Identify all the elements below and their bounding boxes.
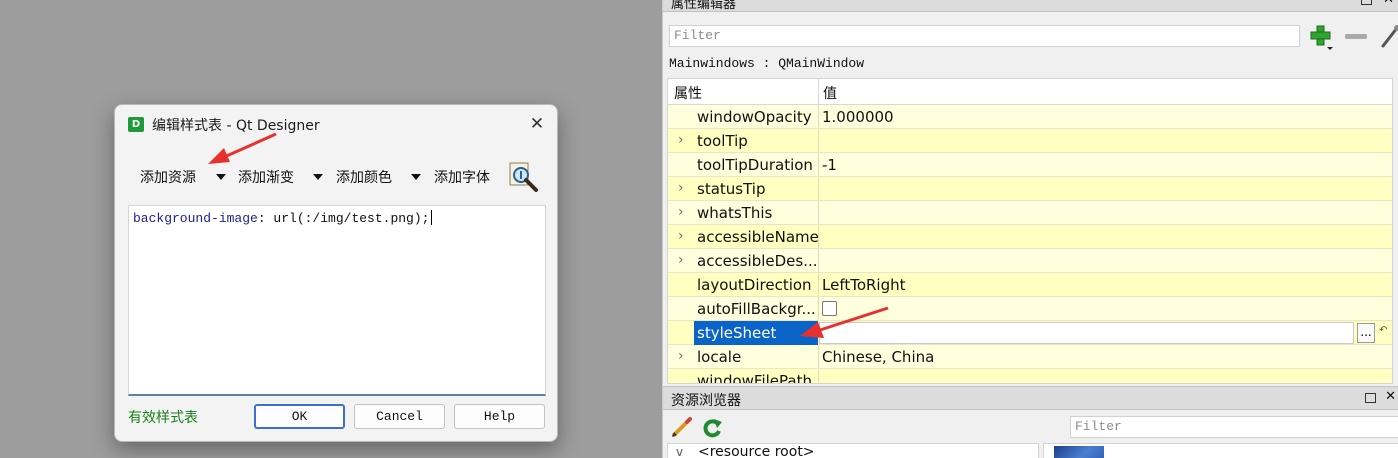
float-panel-icon[interactable]: [1365, 393, 1376, 403]
collapse-chevron-icon[interactable]: v: [676, 445, 683, 458]
css-value-token: : url(:/img/test.png);: [257, 211, 430, 226]
help-button[interactable]: Help: [454, 404, 545, 429]
stylesheet-editor[interactable]: background-image: url(:/img/test.png);: [128, 205, 546, 396]
autofill-checkbox[interactable]: [822, 301, 837, 316]
edit-stylesheet-button[interactable]: ...: [1357, 323, 1375, 343]
property-name: layoutDirection: [697, 276, 812, 294]
magnifier-icon[interactable]: [507, 161, 541, 193]
add-dynamic-property-icon[interactable]: [1307, 23, 1335, 51]
property-row-accessiblename[interactable]: › accessibleName: [668, 225, 1392, 249]
expand-chevron-icon[interactable]: ›: [678, 132, 684, 148]
column-divider: [818, 345, 819, 368]
resource-browser-panel: 资源浏览器 ✕ Filter v <resource root>: [662, 384, 1398, 458]
reload-icon[interactable]: [701, 417, 723, 439]
reset-property-icon[interactable]: ↶: [1379, 325, 1387, 336]
resource-browser-header: 资源浏览器 ✕: [663, 386, 1398, 410]
property-name: toolTip: [697, 132, 748, 150]
column-divider: [818, 129, 819, 152]
edit-stylesheet-dialog: D 编辑样式表 - Qt Designer ✕ 添加资源 添加渐变 添加颜色 添…: [114, 104, 558, 442]
property-name: locale: [697, 348, 742, 366]
expand-chevron-icon[interactable]: ›: [678, 228, 684, 244]
property-filter-input[interactable]: Filter: [669, 25, 1300, 47]
stylesheet-code-line: background-image: url(:/img/test.png);: [133, 210, 433, 226]
column-divider: [818, 225, 819, 248]
property-row-stylesheet[interactable]: styleSheet ... ↶: [668, 321, 1392, 345]
add-resource-button[interactable]: 添加资源: [140, 167, 196, 187]
resource-preview-area: [1043, 443, 1398, 458]
property-row-locale[interactable]: › locale Chinese, China: [668, 345, 1392, 369]
resource-browser-title: 资源浏览器: [671, 393, 741, 409]
property-editor-header: 属性编辑器 ✕: [663, 0, 1398, 12]
add-color-dropdown-icon[interactable]: [411, 174, 421, 180]
add-gradient-dropdown-icon[interactable]: [313, 174, 323, 180]
add-resource-dropdown-icon[interactable]: [216, 174, 226, 180]
property-value[interactable]: 1.000000: [822, 108, 894, 126]
property-editor-title: 属性编辑器: [671, 0, 737, 12]
expand-chevron-icon[interactable]: ›: [678, 204, 684, 220]
column-divider: [818, 297, 819, 320]
property-name: accessibleName: [697, 228, 819, 246]
current-object-label: Mainwindows : QMainWindow: [669, 56, 865, 71]
resource-root-item[interactable]: <resource root>: [698, 444, 815, 458]
property-row-autofillbackground[interactable]: autoFillBackgr...: [668, 297, 1392, 321]
column-divider: [818, 177, 819, 200]
add-font-button[interactable]: 添加字体: [434, 167, 490, 187]
text-caret: [431, 210, 433, 225]
property-name: autoFillBackgr...: [697, 300, 816, 318]
property-row-tooltip[interactable]: › toolTip: [668, 129, 1392, 153]
cancel-button[interactable]: Cancel: [354, 404, 445, 429]
float-panel-icon[interactable]: [1361, 0, 1372, 5]
css-property-token: background-image: [133, 211, 258, 226]
column-divider: [818, 369, 819, 383]
dialog-titlebar: D 编辑样式表 - Qt Designer ✕: [115, 105, 557, 143]
property-table-header: 属性 值: [668, 79, 1392, 105]
property-row-windowfilepath[interactable]: windowFilePath: [668, 369, 1392, 384]
property-value[interactable]: LeftToRight: [822, 276, 906, 294]
add-gradient-button[interactable]: 添加渐变: [238, 167, 294, 187]
property-name: toolTipDuration: [697, 156, 813, 174]
property-name: styleSheet: [697, 324, 777, 342]
property-editor-panel: 属性编辑器 ✕ Filter Mainwindows : QMainWindow…: [662, 0, 1398, 384]
property-column-header[interactable]: 属性: [674, 83, 702, 103]
property-name: windowFilePath: [697, 372, 812, 384]
expand-chevron-icon[interactable]: ›: [678, 180, 684, 196]
property-value[interactable]: -1: [822, 156, 837, 174]
property-name: statusTip: [697, 180, 766, 198]
expand-chevron-icon[interactable]: ›: [678, 252, 684, 268]
property-table: 属性 值 windowOpacity 1.000000 › toolTip to…: [667, 78, 1393, 384]
property-row-windowopacity[interactable]: windowOpacity 1.000000: [668, 105, 1392, 129]
value-column-header[interactable]: 值: [823, 83, 837, 103]
property-row-statustip[interactable]: › statusTip: [668, 177, 1392, 201]
close-panel-icon[interactable]: ✕: [1383, 0, 1394, 7]
stylesheet-valid-status: 有效样式表: [128, 410, 198, 426]
add-color-button[interactable]: 添加颜色: [336, 167, 392, 187]
column-divider: [818, 153, 819, 176]
dialog-title: 编辑样式表 - Qt Designer: [152, 118, 320, 134]
close-panel-icon[interactable]: ✕: [1385, 389, 1396, 404]
column-divider: [818, 273, 819, 296]
configure-wrench-icon[interactable]: [1379, 22, 1398, 50]
column-divider: [818, 201, 819, 224]
resource-tree[interactable]: v <resource root>: [667, 443, 1039, 458]
property-row-accessibledescription[interactable]: › accessibleDes...: [668, 249, 1392, 273]
property-row-tooltipduration[interactable]: toolTipDuration -1: [668, 153, 1392, 177]
column-divider: [818, 79, 819, 105]
property-name: whatsThis: [697, 204, 773, 222]
stylesheet-value-input[interactable]: [819, 322, 1354, 344]
property-row-whatsthis[interactable]: › whatsThis: [668, 201, 1392, 225]
column-divider: [818, 105, 819, 128]
edit-resources-pencil-icon[interactable]: [671, 416, 693, 438]
resource-filter-input[interactable]: Filter: [1070, 416, 1398, 438]
remove-dynamic-property-icon[interactable]: [1345, 34, 1367, 39]
property-name: windowOpacity: [697, 108, 812, 126]
property-value[interactable]: Chinese, China: [822, 348, 934, 366]
image-thumbnail[interactable]: [1054, 446, 1104, 458]
expand-chevron-icon[interactable]: ›: [678, 348, 684, 364]
property-name: accessibleDes...: [697, 252, 818, 270]
qt-designer-app-icon: D: [128, 117, 144, 132]
ok-button[interactable]: OK: [254, 404, 345, 429]
column-divider: [818, 249, 819, 272]
close-icon[interactable]: ✕: [525, 113, 549, 135]
property-row-layoutdirection[interactable]: layoutDirection LeftToRight: [668, 273, 1392, 297]
